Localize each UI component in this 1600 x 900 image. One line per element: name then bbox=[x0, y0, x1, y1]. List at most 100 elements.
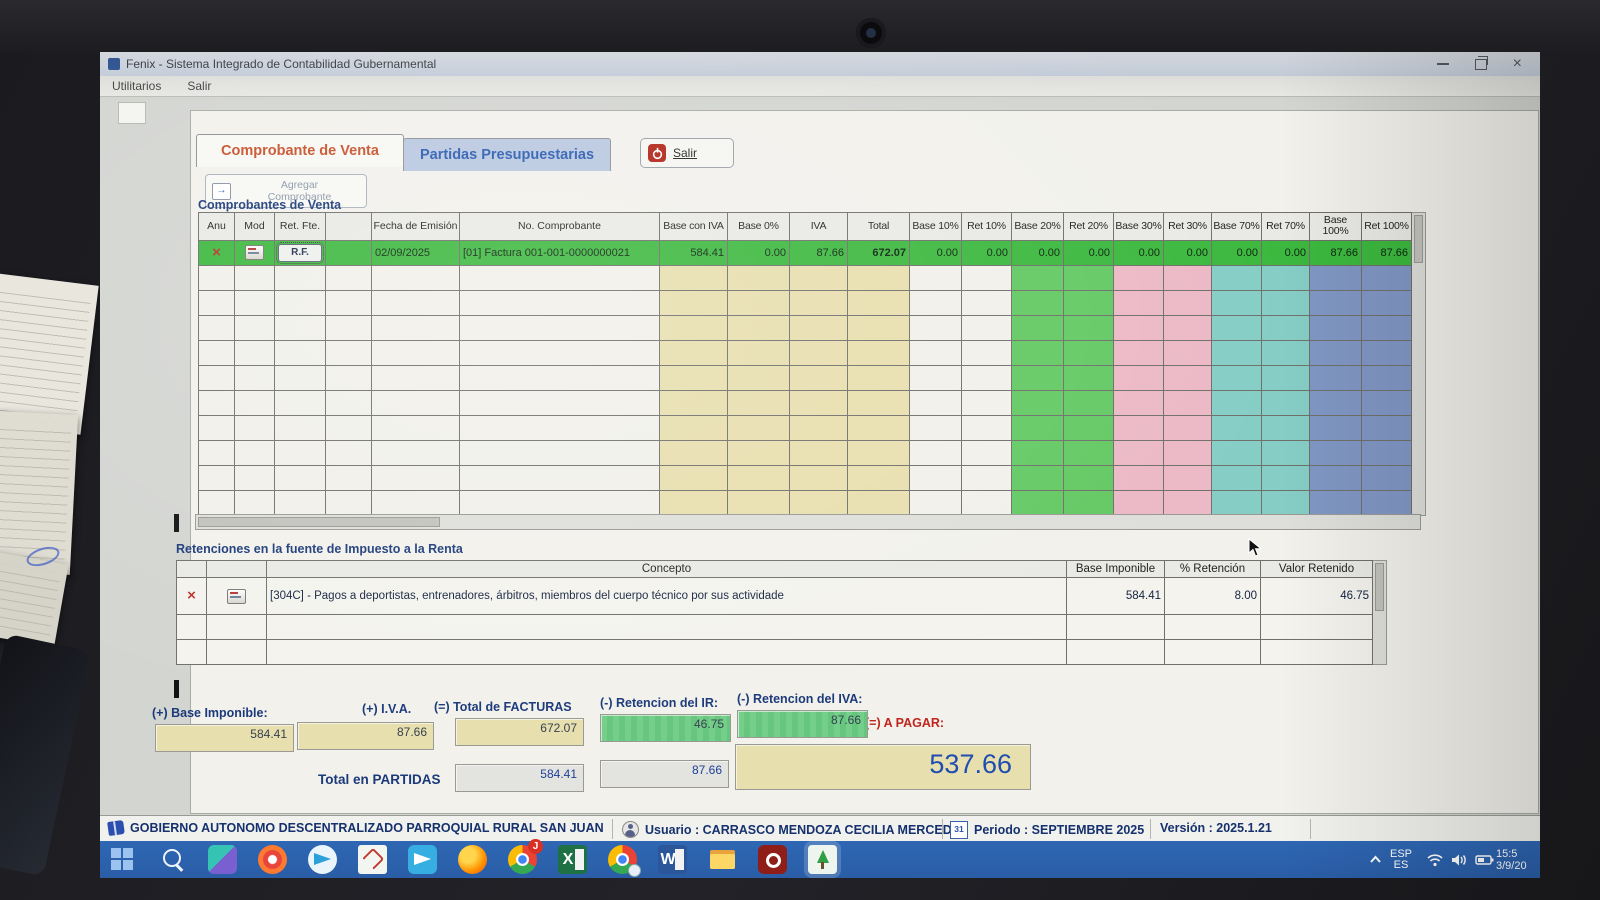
wifi-icon[interactable] bbox=[1426, 841, 1444, 878]
empty-cell bbox=[1012, 390, 1064, 415]
menu-utilitarios[interactable]: Utilitarios bbox=[110, 78, 163, 94]
empty-cell bbox=[848, 290, 910, 315]
empty-cell bbox=[910, 415, 962, 440]
minimize-icon[interactable] bbox=[1437, 63, 1449, 65]
cell-base-imponible[interactable]: 584.41 bbox=[1067, 578, 1165, 615]
cell-amount[interactable]: 0.00 bbox=[910, 240, 962, 265]
telegram-icon[interactable] bbox=[308, 845, 337, 874]
telegram-desktop-icon[interactable] bbox=[408, 845, 437, 874]
retencion-row[interactable]: × [304C] - Pagos a deportistas, entrenado… bbox=[177, 578, 1373, 615]
cell-amount[interactable]: 584.41 bbox=[660, 240, 728, 265]
acrobat-icon[interactable] bbox=[758, 845, 787, 874]
cell-amount[interactable]: 0.00 bbox=[1012, 240, 1064, 265]
column-header: No. Comprobante bbox=[460, 213, 660, 241]
cell-modificar[interactable] bbox=[207, 578, 267, 615]
word-icon[interactable]: W bbox=[658, 845, 687, 874]
retenciones-vertical-scrollbar[interactable] bbox=[1373, 560, 1387, 665]
empty-cell bbox=[460, 290, 660, 315]
cell-amount[interactable]: 0.00 bbox=[1212, 240, 1262, 265]
cell-amount[interactable]: 0.00 bbox=[1114, 240, 1164, 265]
battery-icon[interactable] bbox=[1475, 841, 1494, 878]
search-icon[interactable] bbox=[158, 845, 187, 874]
cell-amount[interactable]: 672.07 bbox=[848, 240, 910, 265]
cell-concepto[interactable]: [304C] - Pagos a deportistas, entrenador… bbox=[267, 578, 1067, 615]
delete-row-icon[interactable]: × bbox=[202, 243, 231, 263]
language-indicator[interactable]: ESP ES bbox=[1390, 841, 1412, 878]
excel-icon[interactable]: X bbox=[558, 845, 587, 874]
recycle-bin-icon[interactable] bbox=[358, 845, 387, 874]
vouchers-section-title: Comprobantes de Venta bbox=[198, 198, 341, 212]
cell-retencion-fuente[interactable]: R.F. bbox=[275, 240, 326, 265]
cell-amount[interactable]: 0.00 bbox=[1262, 240, 1310, 265]
empty-cell bbox=[1164, 365, 1212, 390]
empty-cell bbox=[199, 340, 235, 365]
empty-cell bbox=[660, 390, 728, 415]
edit-row-icon[interactable] bbox=[227, 589, 246, 604]
empty-cell bbox=[1262, 265, 1310, 290]
empty-cell bbox=[1114, 415, 1164, 440]
chrome-icon[interactable] bbox=[608, 845, 637, 874]
empty-cell bbox=[1012, 265, 1064, 290]
start-button-icon[interactable] bbox=[108, 845, 137, 874]
empty-cell bbox=[1362, 415, 1412, 440]
empty-cell bbox=[275, 340, 326, 365]
empty-cell bbox=[1164, 465, 1212, 490]
tray-chevron-icon[interactable] bbox=[1369, 841, 1382, 878]
empty-cell bbox=[1165, 615, 1261, 640]
empty-cell bbox=[1012, 490, 1064, 515]
vouchers-horizontal-scrollbar[interactable] bbox=[195, 514, 1421, 530]
delete-row-icon[interactable]: × bbox=[180, 586, 203, 606]
cell-amount[interactable]: 0.00 bbox=[728, 240, 790, 265]
empty-cell bbox=[1362, 365, 1412, 390]
column-header: Fecha de Emisión bbox=[372, 213, 460, 241]
empty-cell bbox=[1262, 315, 1310, 340]
cell-amount[interactable]: 87.66 bbox=[1362, 240, 1412, 265]
close-icon[interactable]: × bbox=[1513, 59, 1522, 69]
empty-cell bbox=[660, 340, 728, 365]
cell-amount[interactable]: 87.66 bbox=[790, 240, 848, 265]
empty-cell bbox=[1064, 465, 1114, 490]
edit-row-icon[interactable] bbox=[245, 245, 264, 260]
cell-fecha[interactable]: 02/09/2025 bbox=[372, 240, 460, 265]
fenix-app-icon[interactable] bbox=[808, 845, 837, 874]
empty-cell bbox=[326, 315, 372, 340]
empty-cell bbox=[1114, 440, 1164, 465]
tab-partidas-presupuestarias[interactable]: Partidas Presupuestarias bbox=[403, 138, 611, 171]
rf-button[interactable]: R.F. bbox=[278, 244, 322, 262]
cell-comprobante[interactable]: [01] Factura 001-001-0000000021 bbox=[460, 240, 660, 265]
empty-cell bbox=[372, 265, 460, 290]
cell-anular[interactable]: × bbox=[177, 578, 207, 615]
empty-cell bbox=[1164, 315, 1212, 340]
empty-cell bbox=[1012, 340, 1064, 365]
tab-comprobante-venta[interactable]: Comprobante de Venta bbox=[196, 134, 404, 167]
toolbar-button[interactable] bbox=[118, 102, 146, 124]
vouchers-vertical-scrollbar[interactable] bbox=[1412, 212, 1426, 516]
mail-app-icon[interactable] bbox=[208, 845, 237, 874]
empty-cell bbox=[1362, 390, 1412, 415]
file-explorer-icon[interactable] bbox=[708, 845, 737, 874]
voucher-row[interactable]: × R.F. 02/09/2025[01] Factura 001-001-0000… bbox=[199, 240, 1412, 265]
cell-pct-retencion[interactable]: 8.00 bbox=[1165, 578, 1261, 615]
empty-cell bbox=[962, 415, 1012, 440]
empty-cell bbox=[910, 365, 962, 390]
empty-cell bbox=[790, 440, 848, 465]
cell-amount[interactable]: 0.00 bbox=[1164, 240, 1212, 265]
empty-cell bbox=[1212, 290, 1262, 315]
cell-modificar[interactable] bbox=[235, 240, 275, 265]
browser-opera-icon[interactable] bbox=[258, 845, 287, 874]
menu-salir[interactable]: Salir bbox=[185, 78, 213, 94]
cell-amount[interactable]: 0.00 bbox=[1064, 240, 1114, 265]
clock[interactable]: 15:5 3/9/20 bbox=[1496, 841, 1536, 878]
cell-amount[interactable]: 87.66 bbox=[1310, 240, 1362, 265]
cell-amount[interactable]: 0.00 bbox=[962, 240, 1012, 265]
column-header: Ret 30% bbox=[1164, 213, 1212, 241]
volume-icon[interactable] bbox=[1451, 841, 1468, 878]
restore-icon[interactable] bbox=[1475, 59, 1487, 70]
cell-valor-retenido[interactable]: 46.75 bbox=[1261, 578, 1373, 615]
empty-cell bbox=[910, 265, 962, 290]
firefox-icon[interactable] bbox=[458, 845, 487, 874]
salir-button[interactable]: Salir bbox=[640, 138, 734, 168]
empty-cell bbox=[1064, 340, 1114, 365]
cell-anular[interactable]: × bbox=[199, 240, 235, 265]
chrome-profile-icon[interactable]: J bbox=[508, 845, 537, 874]
